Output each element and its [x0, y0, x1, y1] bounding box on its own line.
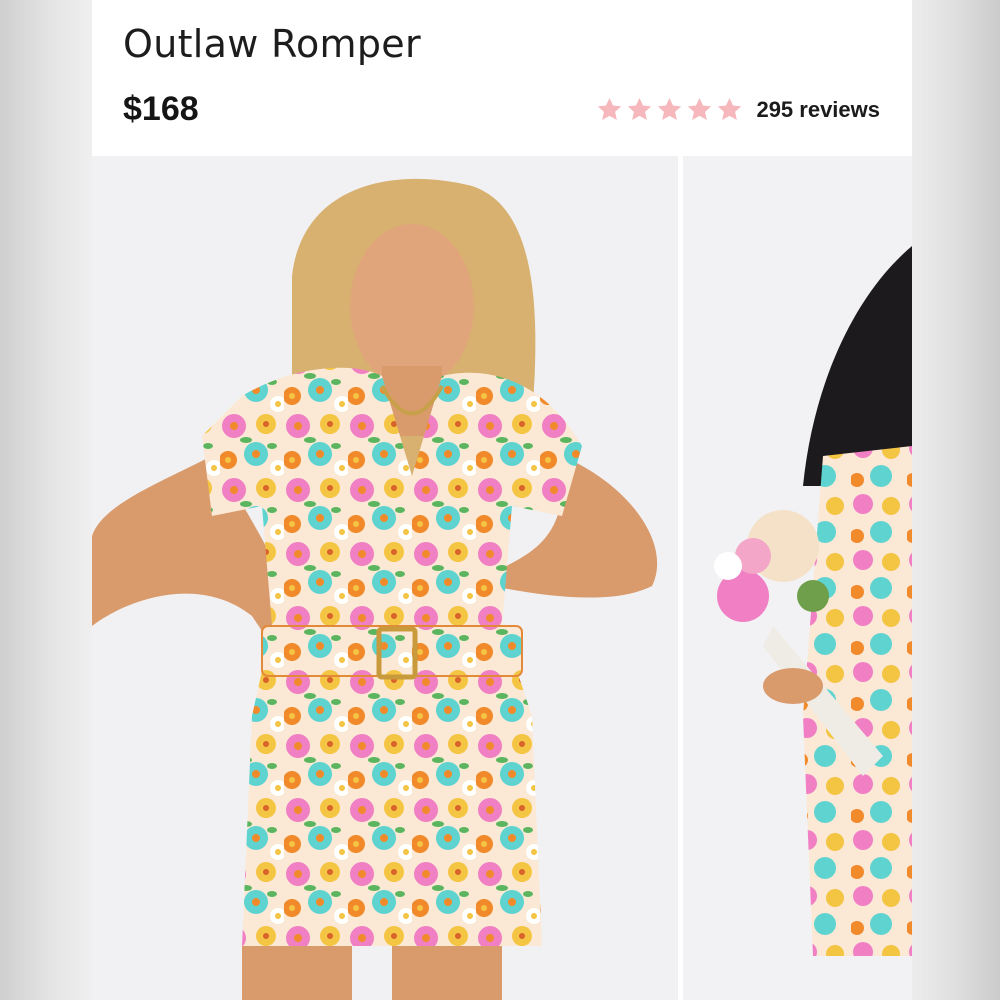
star-rating [595, 95, 744, 124]
star-icon [628, 98, 652, 121]
product-photo-secondary[interactable] [683, 156, 912, 1000]
product-title: Outlaw Romper [123, 22, 421, 66]
image-gallery[interactable] [92, 156, 912, 1000]
star-icon [688, 98, 712, 121]
product-price: $168 [123, 90, 199, 128]
product-header: Outlaw Romper $168 295 reviews [92, 0, 912, 156]
product-screen: Outlaw Romper $168 295 reviews [92, 0, 912, 1000]
star-icon [718, 98, 742, 121]
star-icon [598, 98, 622, 121]
product-photo-main[interactable] [92, 156, 678, 1000]
rating-summary[interactable]: 295 reviews [595, 95, 880, 124]
blur-margin-right [912, 0, 1000, 1000]
star-icon [658, 98, 682, 121]
reviews-link[interactable]: 295 reviews [756, 97, 880, 123]
blur-margin-left [0, 0, 92, 1000]
